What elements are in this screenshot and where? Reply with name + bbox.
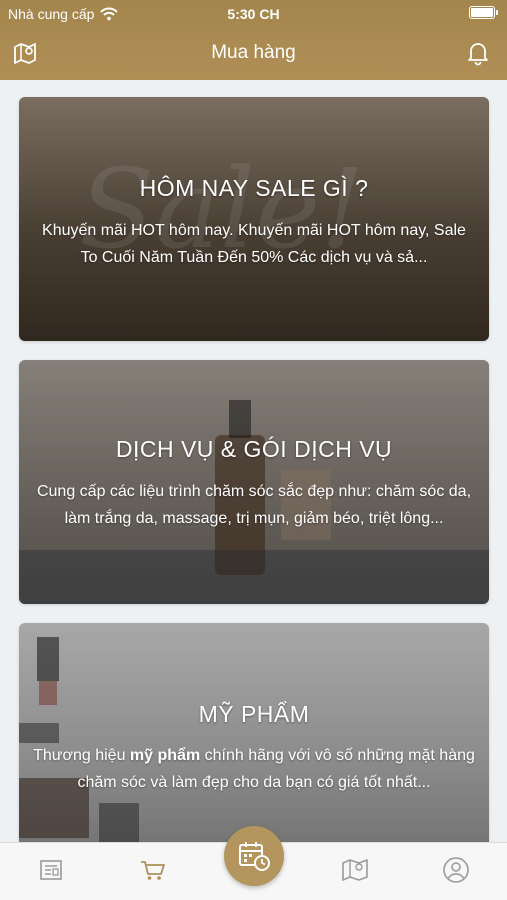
nav-bar: Mua hàng (0, 28, 507, 78)
status-bar: Nhà cung cấp 5:30 CH (0, 0, 507, 28)
cart-icon[interactable] (138, 855, 168, 885)
calendar-clock-icon (239, 842, 270, 871)
bell-icon[interactable] (465, 40, 491, 66)
user-icon[interactable] (441, 855, 471, 885)
card-title: HÔM NAY SALE GÌ ? (139, 175, 369, 201)
card-title: MỸ PHẨM (198, 701, 310, 727)
battery-icon (469, 6, 498, 19)
card-description: Thương hiệu mỹ phẩm chính hãng với vô số… (33, 747, 475, 791)
highlight-text: mỹ phẩm (129, 747, 201, 764)
status-time: 5:30 CH (227, 6, 280, 22)
content-scroll[interactable]: Sale! HÔM NAY SALE GÌ ? Khuyến mãi HOT h… (0, 80, 507, 842)
map-icon[interactable] (340, 855, 370, 885)
page-title: Mua hàng (211, 42, 296, 63)
card-cosmetics[interactable]: MỸ PHẨM Thương hiệu mỹ phẩm chính hãng v… (19, 623, 489, 842)
card-sale[interactable]: Sale! HÔM NAY SALE GÌ ? Khuyến mãi HOT h… (19, 97, 489, 341)
app-header: Nhà cung cấp 5:30 CH Mua hàng (0, 0, 507, 80)
card-services[interactable]: DỊCH VỤ & GÓI DỊCH VỤ Cung cấp các liệu … (19, 360, 489, 604)
card-title: DỊCH VỤ & GÓI DỊCH VỤ (115, 436, 393, 462)
card-description: Cung cấp các liệu trình chăm sóc sắc đẹp… (36, 483, 472, 527)
booking-button[interactable] (224, 826, 284, 886)
card-description: Khuyến mãi HOT hôm nay. Khuyến mãi HOT h… (42, 222, 466, 266)
news-icon[interactable] (37, 855, 67, 885)
